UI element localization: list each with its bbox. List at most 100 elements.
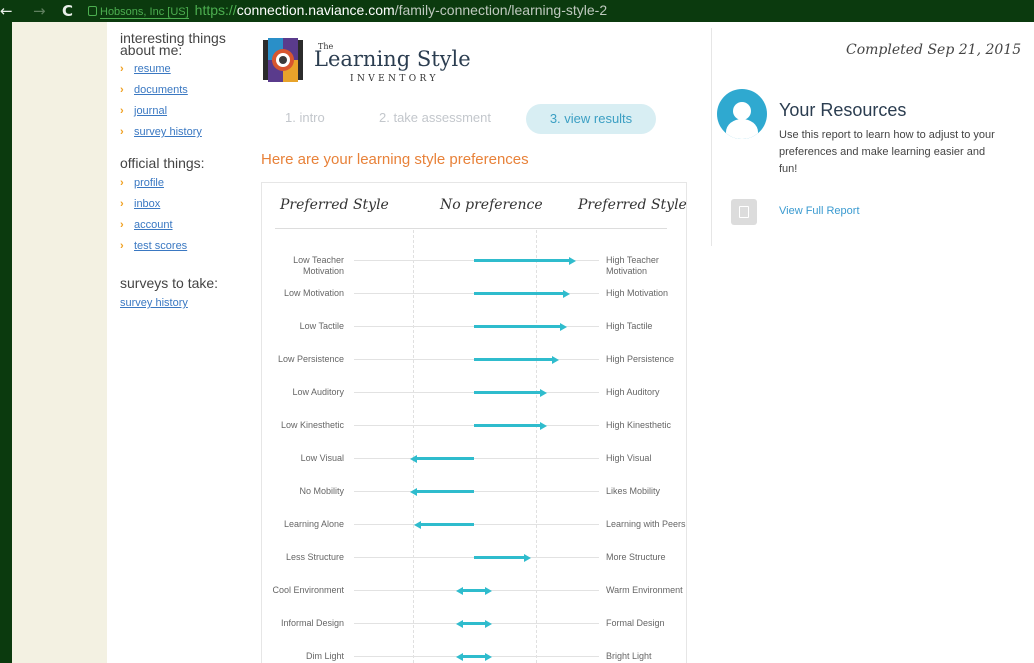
preference-bar bbox=[474, 292, 564, 295]
step-intro[interactable]: 1. intro bbox=[285, 110, 325, 125]
low-label: Informal Design bbox=[280, 618, 344, 628]
sidebar-link-account[interactable]: › account bbox=[120, 215, 240, 236]
logo-subtitle: INVENTORY bbox=[350, 74, 439, 84]
sidebar-title-official: official things: bbox=[120, 155, 205, 171]
arrow-right-icon bbox=[562, 289, 570, 298]
surveys-link-survey-history[interactable]: survey history bbox=[120, 297, 240, 309]
sidebar-link-inbox[interactable]: › inbox bbox=[120, 194, 240, 215]
low-label: Less Structure bbox=[285, 552, 344, 562]
low-label: Low Visual bbox=[300, 453, 344, 463]
sidebar-link-journal[interactable]: › journal bbox=[120, 101, 240, 122]
arrow-left-icon bbox=[410, 454, 418, 463]
high-label: High Tactile bbox=[606, 321, 653, 331]
preference-bar bbox=[474, 424, 541, 427]
column-header-left: Preferred Style bbox=[280, 197, 389, 213]
avatar-head-icon bbox=[733, 102, 751, 120]
chevron-right-icon: › bbox=[120, 177, 124, 189]
scale-line bbox=[354, 524, 599, 525]
neutral-preference-bar bbox=[462, 655, 486, 658]
arrow-right-icon bbox=[485, 619, 492, 628]
arrow-left-icon bbox=[410, 487, 418, 496]
avatar-body-icon bbox=[726, 119, 758, 139]
sidebar-link-profile[interactable]: › profile bbox=[120, 173, 240, 194]
preference-bar bbox=[420, 523, 474, 526]
sidebar-link-resume[interactable]: › resume bbox=[120, 59, 240, 80]
chevron-right-icon: › bbox=[120, 105, 124, 117]
chevron-right-icon: › bbox=[120, 84, 124, 96]
arrow-left-icon bbox=[456, 586, 463, 595]
low-label: Low Teacher Motivation bbox=[293, 255, 344, 276]
high-label: High Kinesthetic bbox=[606, 420, 672, 430]
preference-bar bbox=[474, 259, 570, 262]
low-label: Dim Light bbox=[305, 651, 344, 661]
low-label: Low Auditory bbox=[292, 387, 344, 397]
high-label: High Motivation bbox=[606, 288, 669, 298]
preference-row: Dim Light Bright Light bbox=[262, 651, 686, 663]
arrow-right-icon bbox=[539, 421, 547, 430]
view-full-report-link[interactable]: View Full Report bbox=[779, 205, 860, 217]
low-label: Cool Environment bbox=[272, 585, 344, 595]
learning-style-logo: The Learning Style INVENTORY bbox=[262, 37, 471, 85]
high-label: Likes Mobility bbox=[606, 486, 661, 496]
high-label: High Auditory bbox=[606, 387, 660, 397]
preference-row: Low Teacher Motivation High Teacher Motiv… bbox=[262, 255, 686, 279]
step-take-assessment[interactable]: 2. take assessment bbox=[379, 110, 491, 125]
low-label: Low Motivation bbox=[283, 288, 344, 298]
results-heading: Here are your learning style preferences bbox=[261, 151, 529, 168]
preference-bar bbox=[474, 391, 541, 394]
preference-row: No Mobility Likes Mobility bbox=[262, 486, 686, 510]
preference-row: Low Kinesthetic High Kinesthetic bbox=[262, 420, 686, 444]
arrow-right-icon bbox=[485, 586, 492, 595]
scale-line bbox=[354, 491, 599, 492]
chevron-right-icon: › bbox=[120, 219, 124, 231]
high-label: High Visual bbox=[606, 453, 652, 463]
arrow-right-icon bbox=[539, 388, 547, 397]
back-arrow-icon[interactable]: ← bbox=[0, 2, 13, 20]
scale-line bbox=[354, 458, 599, 459]
forward-arrow-icon[interactable]: → bbox=[33, 2, 46, 20]
browser-toolbar: ← → C Hobsons, Inc [US] https://connectio… bbox=[0, 0, 1034, 22]
chevron-right-icon: › bbox=[120, 198, 124, 210]
sidebar-link-test-scores[interactable]: › test scores bbox=[120, 236, 240, 257]
arrow-right-icon bbox=[560, 322, 568, 331]
lock-icon bbox=[88, 6, 97, 16]
url-host: connection.naviance.com bbox=[236, 2, 395, 18]
arrow-right-icon bbox=[524, 553, 532, 562]
resources-description: Use this report to learn how to adjust t… bbox=[779, 129, 995, 175]
high-label: Warm Environment bbox=[606, 585, 683, 595]
logo-mark-icon bbox=[263, 38, 303, 82]
high-label: High Teacher Motivation bbox=[606, 255, 659, 276]
arrow-left-icon bbox=[414, 520, 422, 529]
preference-row: Informal Design Formal Design bbox=[262, 618, 686, 642]
reload-icon[interactable]: C bbox=[62, 2, 73, 20]
preference-row: Low Auditory High Auditory bbox=[262, 387, 686, 411]
preference-row: Low Persistence High Persistence bbox=[262, 354, 686, 378]
step-view-results[interactable]: 3. view results bbox=[526, 104, 656, 134]
sidebar-link-documents[interactable]: › documents bbox=[120, 80, 240, 101]
official-links: › profile › inbox › account › test scores bbox=[120, 173, 240, 257]
low-label: Low Tactile bbox=[299, 321, 344, 331]
neutral-preference-bar bbox=[462, 622, 486, 625]
column-header-middle: No preference bbox=[440, 197, 543, 213]
high-label: Bright Light bbox=[606, 651, 652, 661]
site-identity: Hobsons, Inc [US] bbox=[100, 6, 189, 19]
arrow-right-icon bbox=[485, 652, 492, 661]
window-edge bbox=[0, 22, 12, 663]
preference-row: Low Visual High Visual bbox=[262, 453, 686, 477]
address-bar[interactable]: Hobsons, Inc [US] https://connection.navi… bbox=[88, 2, 607, 20]
chevron-right-icon: › bbox=[120, 63, 124, 75]
preference-row: Less Structure More Structure bbox=[262, 552, 686, 576]
low-label: No Mobility bbox=[299, 486, 344, 496]
arrow-right-icon bbox=[552, 355, 560, 364]
low-label: Low Kinesthetic bbox=[280, 420, 344, 430]
url-path: /family-connection/learning-style-2 bbox=[394, 2, 608, 18]
avatar bbox=[717, 89, 767, 139]
preference-bar bbox=[474, 358, 554, 361]
neutral-preference-bar bbox=[462, 589, 486, 592]
completed-date: Completed Sep 21, 2015 bbox=[846, 42, 1022, 58]
header-divider bbox=[275, 228, 667, 229]
document-icon[interactable] bbox=[731, 199, 757, 225]
high-label: High Persistence bbox=[606, 354, 675, 364]
column-header-right: Preferred Style bbox=[578, 197, 687, 213]
sidebar-link-survey-history[interactable]: › survey history bbox=[120, 122, 240, 143]
